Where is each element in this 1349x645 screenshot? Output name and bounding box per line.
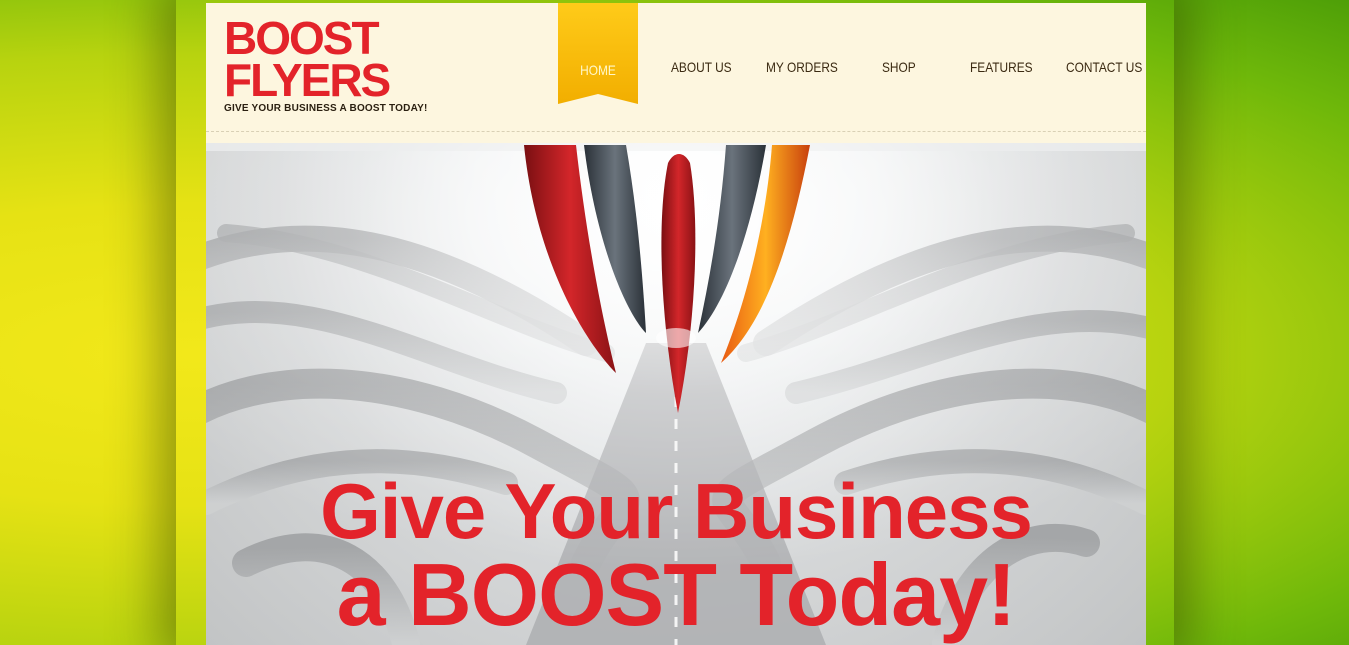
hero-headline: Give Your Business a BOOST Today!	[206, 467, 1146, 644]
page-container: BOOST FLYERS GIVE YOUR BUSINESS A BOOST …	[206, 3, 1146, 645]
nav-item-contact-us[interactable]: CONTACT US	[1066, 59, 1142, 75]
nav-item-features[interactable]: FEATURES	[970, 59, 1033, 75]
active-ribbon-icon	[558, 3, 638, 104]
nav-item-shop[interactable]: SHOP	[882, 59, 916, 75]
nav-item-about-us[interactable]: ABOUT US	[671, 59, 732, 75]
logo-line-1: BOOST	[224, 12, 380, 64]
nav-label-home: HOME	[580, 62, 616, 78]
logo-tagline: GIVE YOUR BUSINESS A BOOST TODAY!	[224, 103, 428, 114]
nav-item-home[interactable]: HOME	[558, 3, 638, 109]
header-divider	[206, 131, 1146, 132]
logo-line-2: FLYERS	[224, 54, 391, 106]
main-nav: HOME ABOUT US MY ORDERS SHOP FEATURES CO…	[558, 3, 1146, 131]
hero-headline-line-1: Give Your Business	[320, 467, 1033, 555]
site-header: BOOST FLYERS GIVE YOUR BUSINESS A BOOST …	[206, 3, 1146, 131]
hero-banner: Give Your Business a BOOST Today!	[206, 143, 1146, 645]
nav-item-my-orders[interactable]: MY ORDERS	[766, 59, 838, 75]
hero-headline-line-2: a BOOST Today!	[336, 545, 1017, 644]
site-logo[interactable]: BOOST FLYERS GIVE YOUR BUSINESS A BOOST …	[224, 12, 428, 114]
